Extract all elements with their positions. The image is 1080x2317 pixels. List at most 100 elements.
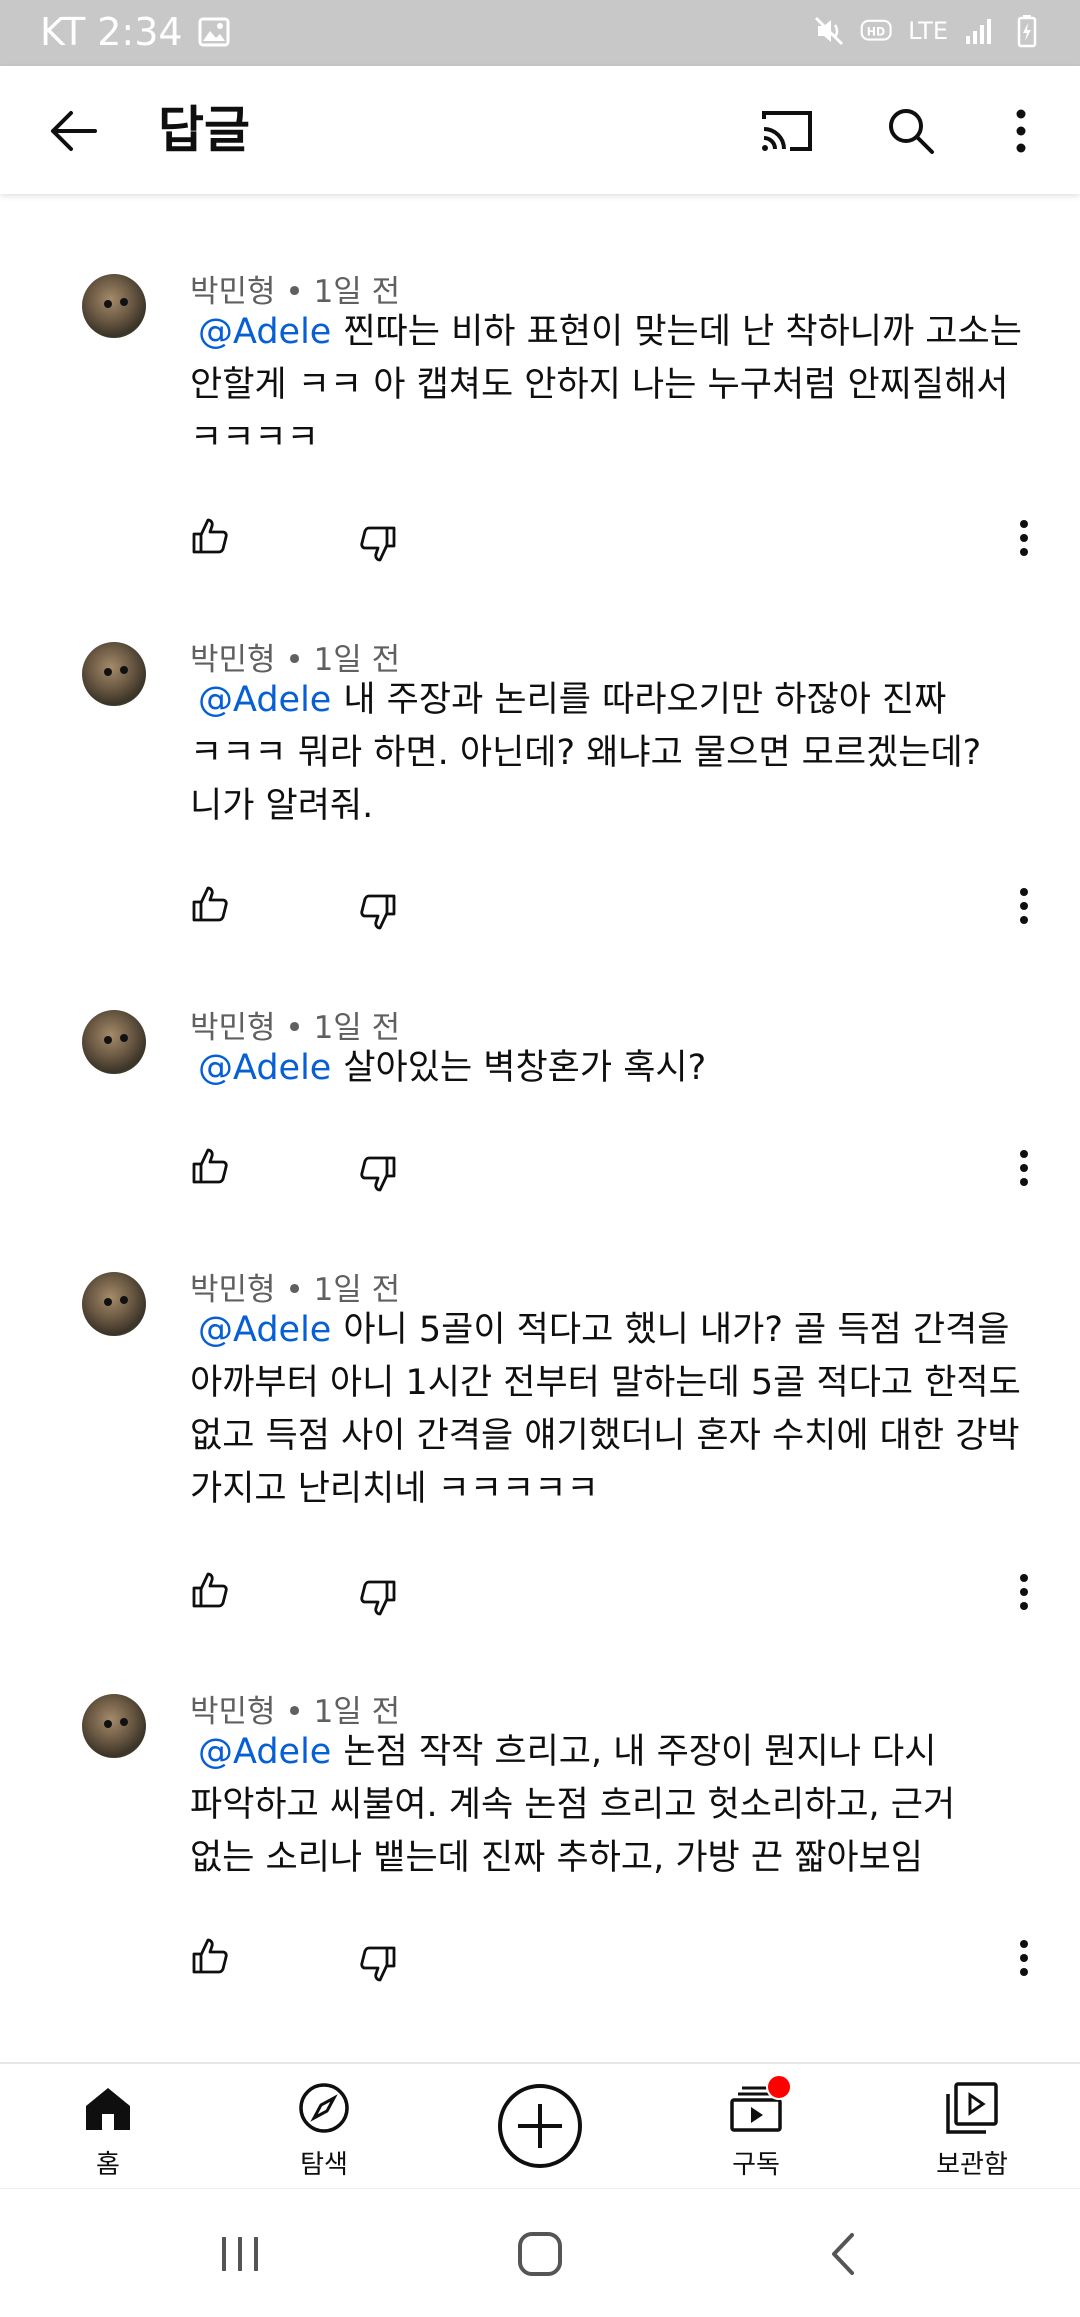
comment-time: 1일 전 xyxy=(313,1272,401,1308)
thumb-down-icon xyxy=(360,894,396,930)
avatar[interactable] xyxy=(82,1694,146,1758)
more-vert-icon xyxy=(1020,1150,1028,1186)
nav-library[interactable]: 보관함 xyxy=(902,2064,1042,2190)
dislike-button[interactable] xyxy=(358,892,402,936)
more-vert-icon xyxy=(1020,888,1028,924)
mention-link[interactable]: @Adele xyxy=(198,680,331,720)
nav-home-label: 홈 xyxy=(96,2150,120,2180)
comment-author[interactable]: 박민형 xyxy=(190,642,276,678)
add-circle-icon xyxy=(498,2084,582,2168)
comment-actions xyxy=(190,516,1050,576)
dislike-button[interactable] xyxy=(358,524,402,568)
mute-icon xyxy=(812,14,846,48)
cast-button[interactable] xyxy=(752,96,822,166)
compass-icon xyxy=(299,2083,349,2133)
reply-list: 박민형 • 1일 전 @Adele 찐따는 비하 표현이 맞는데 난 착하니까 고… xyxy=(0,196,1080,2062)
more-vert-icon xyxy=(1020,1940,1028,1976)
comment-actions xyxy=(190,1570,1050,1630)
recent-apps-button[interactable] xyxy=(210,2229,270,2279)
page-title: 답글 xyxy=(158,101,250,159)
comment-more-button[interactable] xyxy=(1002,516,1046,560)
thumb-up-icon xyxy=(192,1572,228,1608)
comment-author[interactable]: 박민형 xyxy=(190,1272,276,1308)
nav-subscriptions[interactable]: 구독 xyxy=(686,2064,826,2190)
comment-text: 살아있는 벽창혼가 혹시? xyxy=(343,1048,707,1088)
comment-actions xyxy=(190,1146,1050,1206)
nav-explore[interactable]: 탐색 xyxy=(254,2064,394,2190)
back-button[interactable] xyxy=(36,96,110,166)
search-button[interactable] xyxy=(876,96,946,166)
comment-actions xyxy=(190,884,1050,944)
comment-more-button[interactable] xyxy=(1002,1936,1046,1980)
thumb-down-icon xyxy=(360,1580,396,1616)
comment-time: 1일 전 xyxy=(313,1694,401,1730)
meta-separator: • xyxy=(285,1010,314,1046)
comment-more-button[interactable] xyxy=(1002,884,1046,928)
comment-meta: 박민형 • 1일 전 xyxy=(190,1686,400,1731)
comment-meta: 박민형 • 1일 전 xyxy=(190,1264,400,1309)
cast-icon xyxy=(762,111,812,151)
comment-actions xyxy=(190,1936,1050,1996)
nav-home[interactable]: 홈 xyxy=(38,2064,178,2190)
comment-body: @Adele 내 주장과 논리를 따라오기만 하잖아 진짜 ㅋㅋㅋ 뭐라 하면. … xyxy=(190,674,1030,833)
thumb-up-icon xyxy=(192,1938,228,1974)
comment-body: @Adele 살아있는 벽창혼가 혹시? xyxy=(190,1042,1030,1095)
recent-apps-icon xyxy=(222,2237,258,2271)
comment-author[interactable]: 박민형 xyxy=(190,1694,276,1730)
home-square-icon xyxy=(518,2232,562,2276)
avatar[interactable] xyxy=(82,1272,146,1336)
more-options-button[interactable] xyxy=(986,96,1056,166)
comment-body: @Adele 아니 5골이 적다고 했니 내가? 골 득점 간격을 아까부터 아니… xyxy=(190,1304,1030,1516)
home-system-button[interactable] xyxy=(510,2229,570,2279)
more-vert-icon xyxy=(1020,520,1028,556)
avatar[interactable] xyxy=(82,1010,146,1074)
thumb-down-icon xyxy=(360,526,396,562)
thumb-up-icon xyxy=(192,886,228,922)
mention-link[interactable]: @Adele xyxy=(198,312,331,352)
like-button[interactable] xyxy=(190,1936,234,1980)
app-bar: 답글 xyxy=(0,66,1080,194)
signal-icon xyxy=(962,14,996,48)
create-button[interactable] xyxy=(496,2082,584,2170)
hd-voice-icon: HD xyxy=(860,14,894,48)
comment-more-button[interactable] xyxy=(1002,1146,1046,1190)
like-button[interactable] xyxy=(190,1146,234,1190)
comment-meta: 박민형 • 1일 전 xyxy=(190,266,400,311)
thumb-down-icon xyxy=(360,1156,396,1192)
system-back-button[interactable] xyxy=(814,2229,874,2279)
search-icon xyxy=(889,109,934,154)
svg-text:HD: HD xyxy=(867,25,885,38)
gallery-icon xyxy=(197,15,231,49)
comment-more-button[interactable] xyxy=(1002,1570,1046,1614)
meta-separator: • xyxy=(285,1694,314,1730)
meta-separator: • xyxy=(285,1272,314,1308)
like-button[interactable] xyxy=(190,884,234,928)
chevron-left-icon xyxy=(832,2233,854,2275)
comment-body: @Adele 찐따는 비하 표현이 맞는데 난 착하니까 고소는 안할게 ㅋㅋ 아… xyxy=(190,306,1030,465)
dislike-button[interactable] xyxy=(358,1154,402,1198)
battery-icon xyxy=(1010,14,1044,48)
comment-meta: 박민형 • 1일 전 xyxy=(190,1002,400,1047)
avatar[interactable] xyxy=(82,642,146,706)
home-icon xyxy=(86,2088,130,2130)
library-icon xyxy=(946,2082,998,2134)
dislike-button[interactable] xyxy=(358,1944,402,1988)
dislike-button[interactable] xyxy=(358,1578,402,1622)
network-type-icon: LTE xyxy=(908,17,948,45)
notification-dot xyxy=(766,2074,792,2100)
avatar[interactable] xyxy=(82,274,146,338)
mention-link[interactable]: @Adele xyxy=(198,1732,331,1772)
mention-link[interactable]: @Adele xyxy=(198,1310,331,1350)
comment-author[interactable]: 박민형 xyxy=(190,1010,276,1046)
thumb-up-icon xyxy=(192,1148,228,1184)
comment-meta: 박민형 • 1일 전 xyxy=(190,634,400,679)
nav-subscriptions-label: 구독 xyxy=(732,2150,780,2180)
comment-author[interactable]: 박민형 xyxy=(190,274,276,310)
thumb-up-icon xyxy=(192,518,228,554)
comment-time: 1일 전 xyxy=(313,642,401,678)
meta-separator: • xyxy=(285,274,314,310)
mention-link[interactable]: @Adele xyxy=(198,1048,331,1088)
like-button[interactable] xyxy=(190,1570,234,1614)
like-button[interactable] xyxy=(190,516,234,560)
nav-library-label: 보관함 xyxy=(936,2150,1008,2180)
